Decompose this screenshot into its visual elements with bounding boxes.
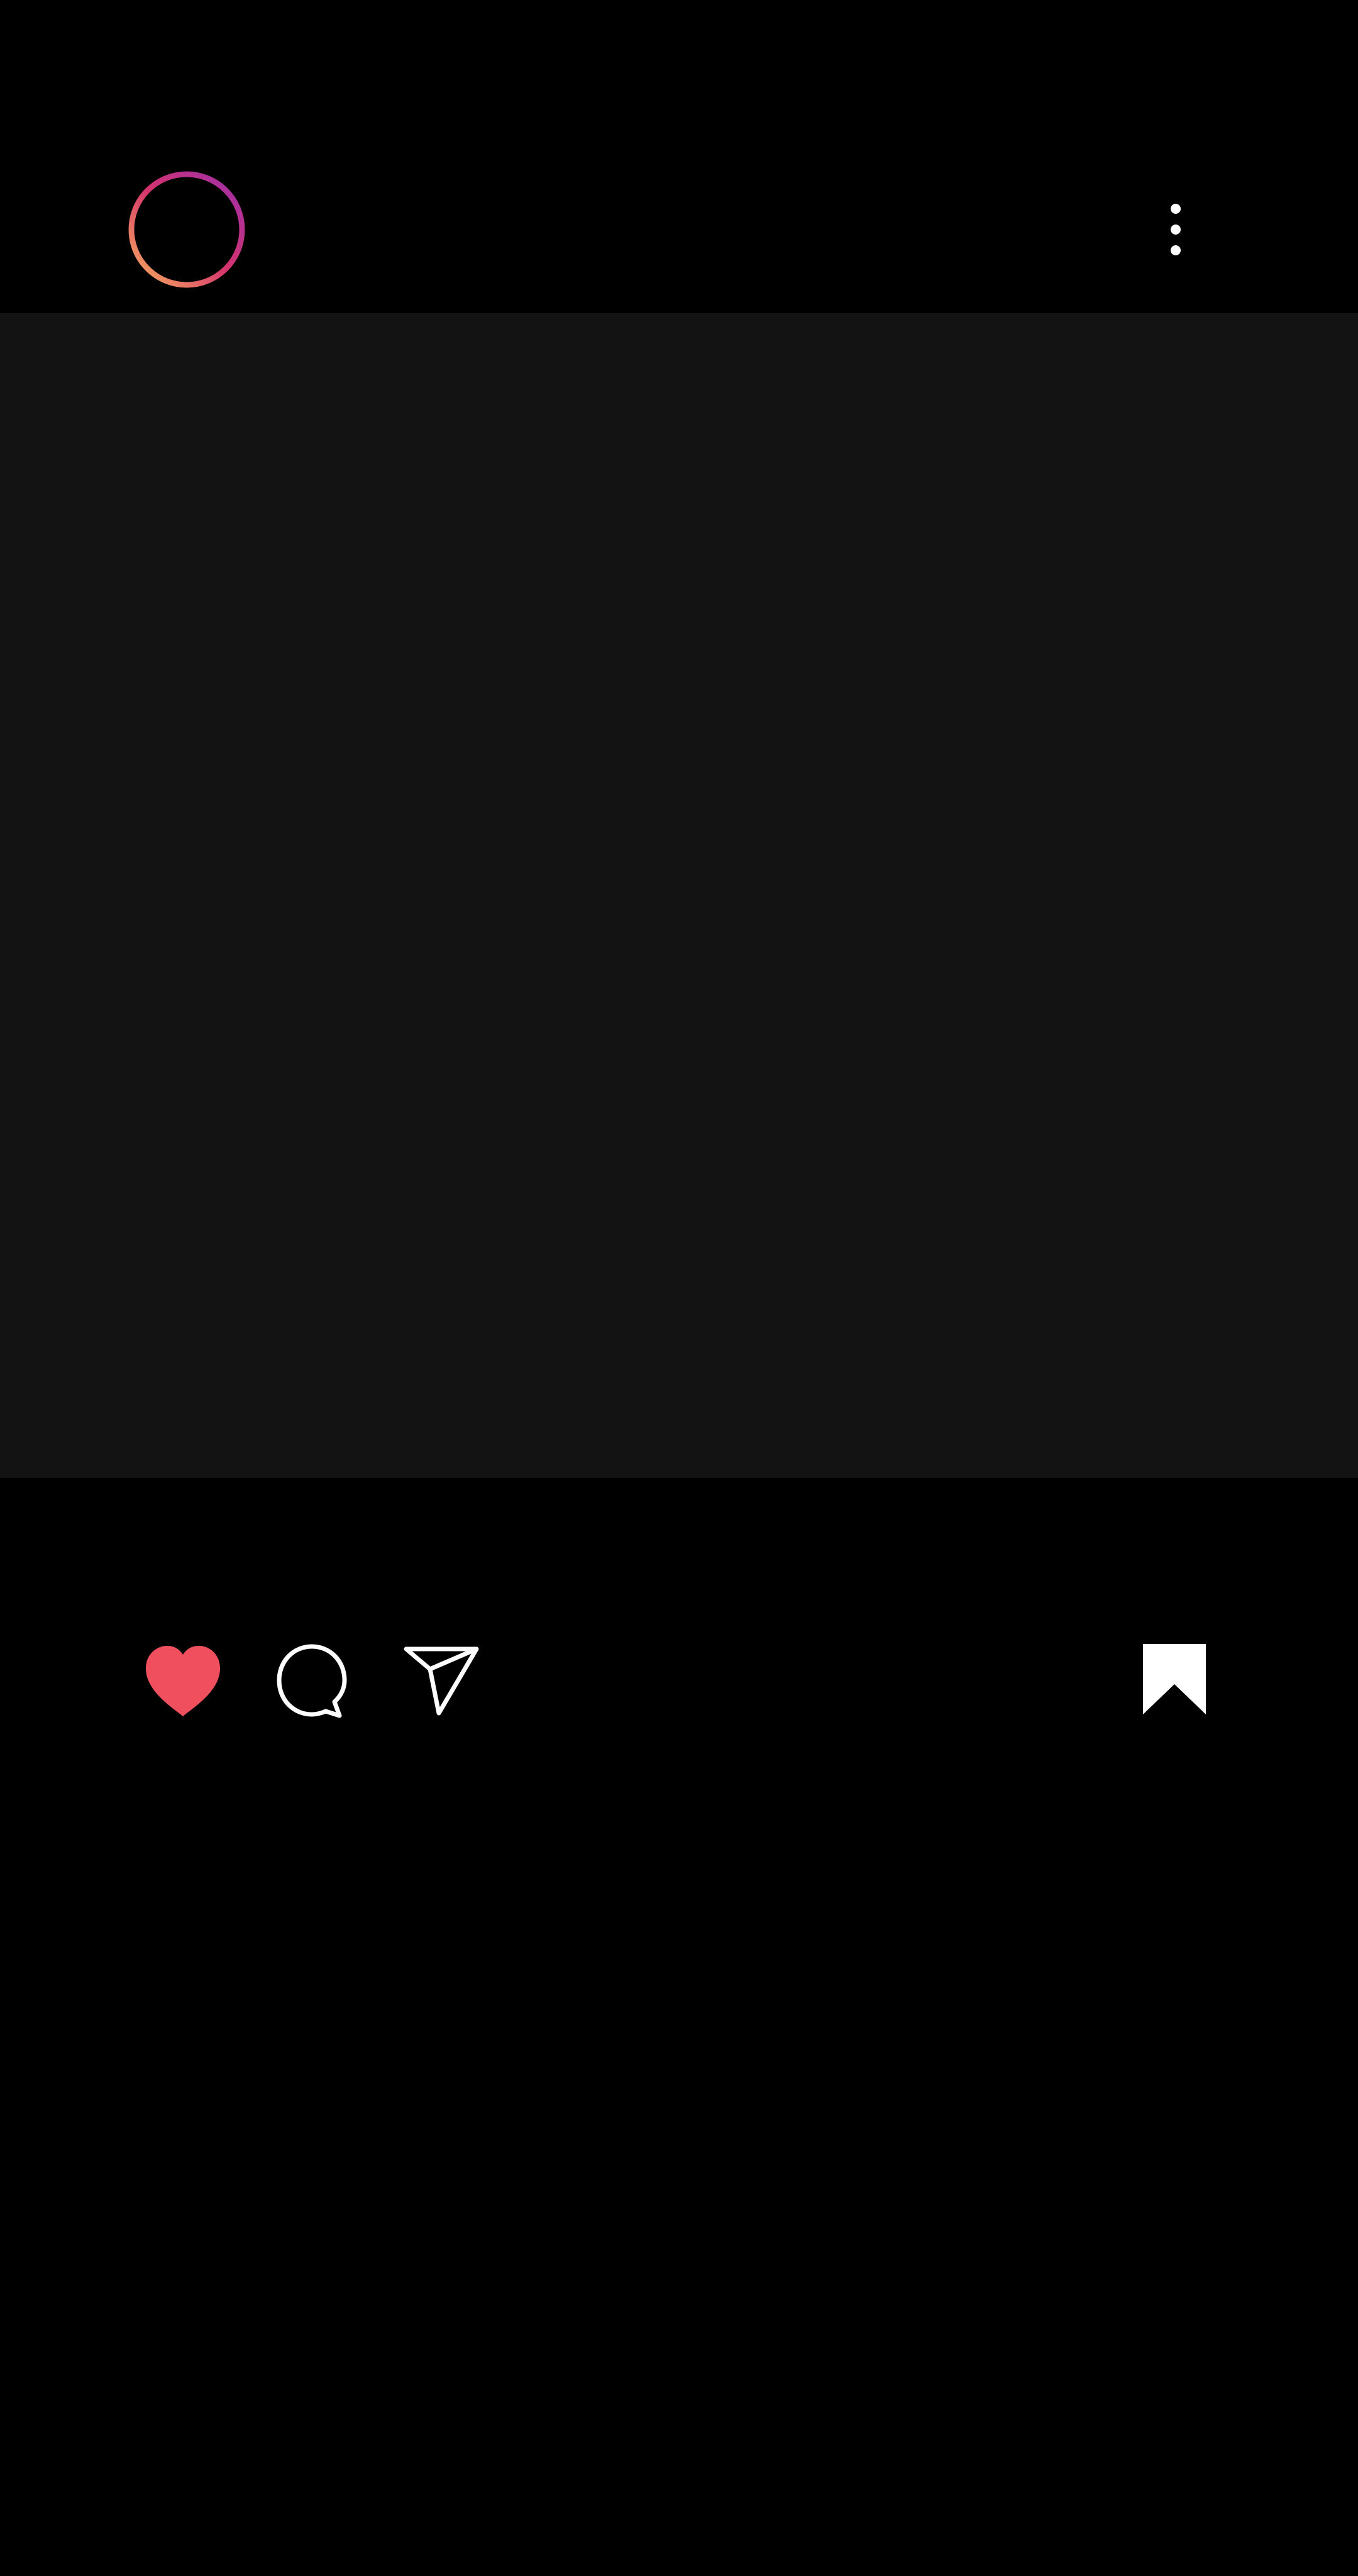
comment-icon — [277, 1644, 347, 1718]
heart-icon — [146, 1646, 220, 1716]
share-button[interactable] — [402, 1643, 480, 1718]
avatar-story-ring-icon — [128, 171, 245, 288]
avatar[interactable] — [127, 170, 246, 289]
paper-plane-icon — [404, 1646, 479, 1716]
like-button[interactable] — [142, 1642, 224, 1721]
comment-button[interactable] — [274, 1641, 350, 1720]
more-vertical-icon — [1171, 204, 1181, 255]
post-media[interactable] — [0, 313, 1358, 1478]
save-button[interactable] — [1142, 1643, 1207, 1716]
bookmark-icon — [1143, 1644, 1206, 1714]
more-options-button[interactable] — [1151, 195, 1201, 264]
post-header — [0, 0, 1358, 313]
